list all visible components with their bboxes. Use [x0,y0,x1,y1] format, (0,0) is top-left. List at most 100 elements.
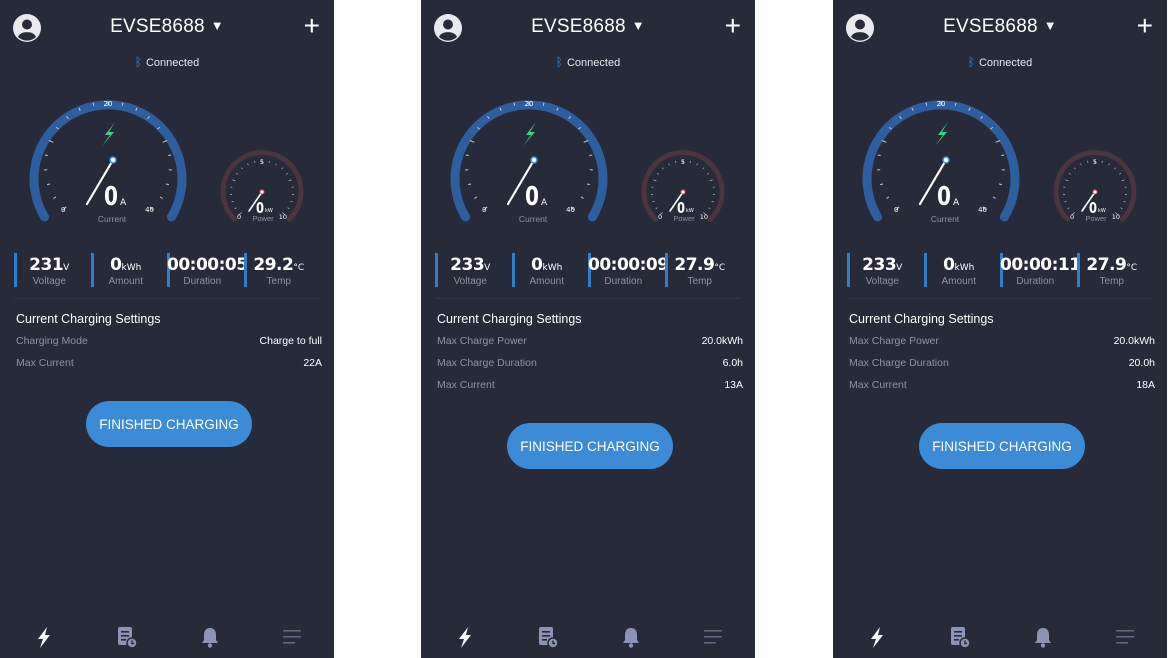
finished-charging-button[interactable]: FINISHED CHARGING [507,423,673,469]
current-unit: A [120,198,127,208]
stat-unit: kWh [542,263,563,273]
stat-unit: V [896,263,903,273]
stat-label: Temp [266,276,291,287]
stat-unit: °C [1126,263,1138,273]
connection-status: ᛒ Connected [421,55,755,69]
settings-title: Current Charging Settings [849,312,994,326]
menu-icon[interactable] [1110,622,1140,652]
power-gauge: 0 5 10 0 kW Power [220,150,304,223]
gauge-tick [46,183,51,186]
charging-icon[interactable] [450,622,480,652]
stat-value: 0kWh [512,255,583,275]
power-gauge-min-label: 0 [1070,213,1074,221]
plus-icon[interactable]: + [725,12,741,40]
stat-label: Temp [687,276,712,287]
menu-icon[interactable] [698,622,728,652]
power-label: Power [252,214,274,223]
power-gauge-mid-label: 5 [681,158,685,166]
power-gauge-min-label: 0 [237,213,241,221]
stat-number: 27.9 [674,255,715,275]
settings-row: Max Current 22A [16,357,322,373]
gauge-tick [240,167,243,170]
current-gauge-needle-tip [530,156,538,164]
stat-value: 233V [435,255,506,275]
power-gauge-max-label: 10 [700,213,708,221]
notification-bell-icon[interactable] [195,622,225,652]
stat-value: 00:00:09 [588,255,669,275]
phone-screen-3: EVSE8688 ▼ + ᛒ Connected 0 20 40 0 A Curre… [833,0,1167,658]
settings-row: Charging Mode Charge to full [16,335,322,351]
device-selector[interactable]: EVSE8688 ▼ [421,16,755,38]
records-icon[interactable] [944,622,974,652]
settings-row-value: 20.0kWh [701,335,743,347]
stat-unit: °C [714,263,726,273]
finished-charging-button[interactable]: FINISHED CHARGING [86,401,252,447]
gauges: 0 20 40 0 A Current 0 5 10 0 kW Power [29,100,304,224]
stat-number: 231 [29,255,64,275]
records-icon[interactable] [111,622,141,652]
phone-screen-2: EVSE8688 ▼ + ᛒ Connected 0 20 40 0 A Curre… [421,0,755,658]
gauge-tick [1123,200,1126,203]
charging-icon[interactable] [862,622,892,652]
gauge-tick [1114,167,1117,170]
stats-row: 233V Voltage 0kWh Amount 00:00:09 Duration 27.… [435,253,741,289]
gauge-tick [1067,207,1070,210]
gauge-tick [580,196,584,199]
plus-icon[interactable]: + [304,12,320,40]
notification-bell-icon[interactable] [1028,622,1058,652]
current-gauge-needle-tip [109,156,117,164]
settings-row-label: Max Charge Power [437,335,527,347]
records-icon[interactable] [532,622,562,652]
finished-charging-button[interactable]: FINISHED CHARGING [919,423,1085,469]
gauge-tick [583,140,589,143]
gauge-tick [661,167,664,170]
power-gauge-needle-tip [259,189,265,195]
settings-row-value: 6.0h [722,357,743,369]
power-gauge-mid-label: 5 [1093,158,1097,166]
device-selector[interactable]: EVSE8688 ▼ [0,16,334,38]
stat-unit: V [63,263,70,273]
plus-icon[interactable]: + [1137,12,1153,40]
power-gauge-min-label: 0 [658,213,662,221]
device-selector[interactable]: EVSE8688 ▼ [833,16,1167,38]
menu-icon[interactable] [277,622,307,652]
stat-number: 0 [110,255,122,275]
stat-number: 27.9 [1086,255,1127,275]
gauge-tick [234,207,237,210]
stat-number: 233 [862,255,897,275]
gauge-tick [162,140,168,143]
stat-number: 00:00:09 [588,255,669,275]
stat-value: 27.9°C [1077,255,1148,275]
gauge-tick [231,200,234,203]
gauge-tick [655,207,658,210]
stats-row: 231V Voltage 0kWh Amount 00:00:05 Duration 29.… [14,253,320,289]
gauge-tick [469,140,475,143]
gauges: 0 20 40 0 A Current 0 5 10 0 kW Power [450,100,725,224]
charging-icon[interactable] [29,622,59,652]
stat-amount: 0kWh Amount [90,253,162,287]
gauge-tick [709,179,713,182]
settings-row-value: 13A [724,379,743,391]
power-gauge: 0 5 10 0 kW Power [641,150,725,223]
stat-value: 0kWh [924,255,995,275]
stat-value: 00:00:05 [167,255,248,275]
gauge-tick [992,196,996,199]
gauge-tick [467,183,472,186]
gauge-tick [881,140,887,143]
stat-temp: 29.2°C Temp [243,253,315,287]
settings-row-label: Max Charge Power [849,335,939,347]
stat-number: 29.2 [253,255,294,275]
stat-label: Duration [183,276,222,287]
caret-down-icon: ▼ [1043,18,1057,33]
current-gauge: 0 20 40 0 A Current [450,100,608,224]
stat-unit: kWh [954,263,975,273]
gauge-tick [696,163,698,166]
stat-value: 231V [14,255,85,275]
stat-amount: 0kWh Amount [923,253,995,287]
gauge-tick [707,172,710,175]
notification-bell-icon[interactable] [616,622,646,652]
gauge-tick [542,102,545,106]
gauge-tick [1068,172,1071,175]
current-gauge-mid-label: 20 [937,100,946,108]
gauge-tick [513,102,516,106]
